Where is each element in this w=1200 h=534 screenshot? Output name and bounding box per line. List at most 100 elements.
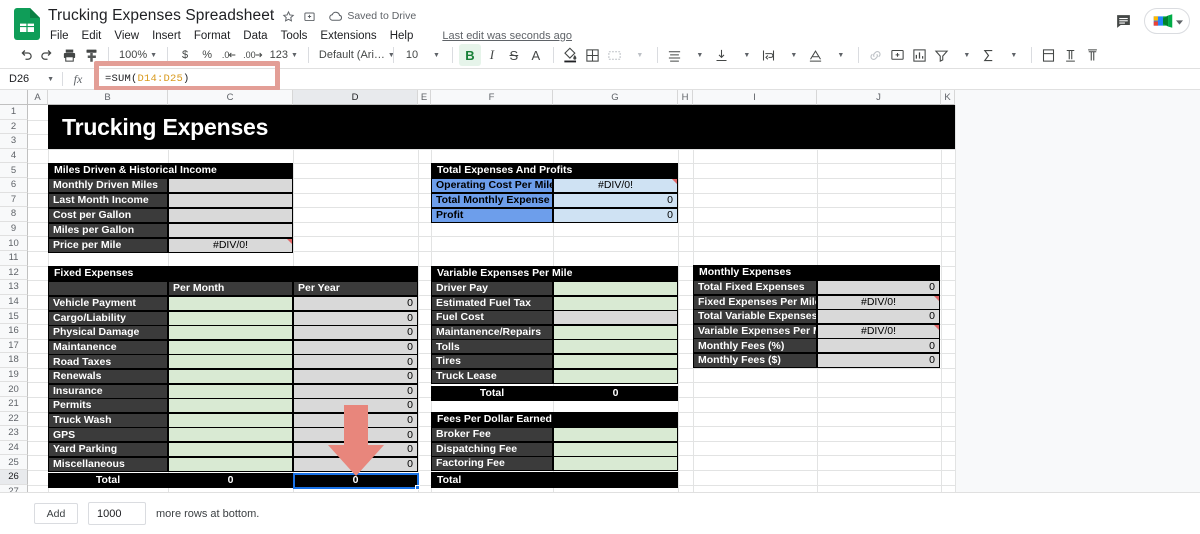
monthly-row-label[interactable]: Total Variable Expenses [693, 309, 817, 325]
menu-file[interactable]: File [50, 30, 69, 42]
column-header-d[interactable]: D [293, 90, 418, 105]
cell-value[interactable] [168, 193, 293, 208]
chevron-down-icon[interactable]: ▼ [783, 44, 805, 66]
zoom-control[interactable]: 100% ▼ [115, 44, 161, 66]
column-header-g[interactable]: G [553, 90, 678, 105]
row-header-17[interactable]: 17 [0, 338, 28, 354]
fees-row-value[interactable] [553, 456, 678, 472]
text-color-button[interactable]: A [525, 44, 547, 66]
star-icon[interactable] [282, 10, 295, 23]
chevron-down-icon[interactable]: ▼ [629, 44, 651, 66]
column-header-c[interactable]: C [168, 90, 293, 105]
menu-view[interactable]: View [114, 30, 139, 42]
column-header-i[interactable]: I [693, 90, 817, 105]
row-header-10[interactable]: 10 [0, 236, 28, 251]
row-header-12[interactable]: 12 [0, 265, 28, 281]
column-header-a[interactable]: A [28, 90, 48, 105]
insert-link-icon[interactable] [865, 44, 887, 66]
monthly-row-label[interactable]: Total Fixed Expenses [693, 280, 817, 295]
cell-label[interactable]: Operating Cost Per Mile [431, 178, 553, 193]
fixed-row-per-month[interactable] [168, 412, 293, 428]
variable-row-value[interactable] [553, 339, 678, 355]
variable-row-value[interactable] [553, 310, 678, 326]
row-header-27[interactable]: 27 [0, 484, 28, 492]
fill-color-icon[interactable] [560, 44, 582, 66]
monthly-row-value[interactable]: 0 [817, 353, 940, 368]
google-meet-button[interactable] [1144, 8, 1190, 34]
comment-history-icon[interactable] [1115, 13, 1132, 30]
cell-value[interactable]: 0 [553, 208, 678, 223]
fixed-row-per-year[interactable]: 0 [293, 412, 418, 428]
row-header-5[interactable]: 5 [0, 163, 28, 178]
fixed-row-per-year[interactable]: 0 [293, 339, 418, 355]
cell-value[interactable] [168, 178, 293, 193]
row-header-9[interactable]: 9 [0, 221, 28, 237]
fixed-row-per-year[interactable]: 0 [293, 296, 418, 311]
freeze-icon[interactable] [1038, 44, 1060, 66]
selection-fill-handle[interactable] [415, 485, 420, 490]
fees-row-value[interactable] [553, 441, 678, 457]
percent-format-button[interactable]: % [196, 44, 218, 66]
row-header-3[interactable]: 3 [0, 134, 28, 149]
column-header-k[interactable]: K [941, 90, 955, 105]
select-all-corner[interactable] [0, 90, 28, 105]
monthly-row-value[interactable]: 0 [817, 309, 940, 325]
bold-button[interactable]: B [458, 44, 481, 66]
monthly-row-label[interactable]: Monthly Fees ($) [693, 353, 817, 368]
paragraph-icon[interactable] [1060, 44, 1082, 66]
monthly-row-label[interactable]: Monthly Fees (%) [693, 338, 817, 354]
fixed-row-per-year[interactable]: 0 [293, 442, 418, 457]
menu-edit[interactable]: Edit [82, 30, 102, 42]
redo-icon[interactable] [36, 44, 58, 66]
monthly-row-value[interactable]: #DIV/0! [817, 323, 940, 339]
rows-count-input[interactable]: 1000 [88, 502, 146, 525]
chevron-down-icon[interactable]: ▼ [47, 76, 54, 83]
text-rotation-icon[interactable] [805, 44, 827, 66]
row-header-19[interactable]: 19 [0, 367, 28, 383]
borders-icon[interactable] [582, 44, 604, 66]
fixed-row-per-month[interactable] [168, 296, 293, 311]
fixed-row-per-year[interactable]: 0 [293, 325, 418, 341]
monthly-row-label[interactable]: Variable Expenses Per Mile [693, 323, 817, 339]
cell-value[interactable]: 0 [553, 193, 678, 208]
row-header-24[interactable]: 24 [0, 440, 28, 456]
menu-insert[interactable]: Insert [152, 30, 181, 42]
row-header-23[interactable]: 23 [0, 426, 28, 441]
variable-row-label[interactable]: Fuel Cost [431, 310, 553, 326]
chevron-down-icon[interactable]: ▼ [736, 44, 758, 66]
row-header-21[interactable]: 21 [0, 397, 28, 412]
fixed-row-per-year[interactable]: 0 [293, 369, 418, 384]
cells-area[interactable]: Trucking Expenses Miles Driven & Histori… [28, 105, 956, 492]
sheet-banner-title[interactable]: Trucking Expenses [48, 105, 955, 149]
fixed-row-per-year[interactable]: 0 [293, 456, 418, 472]
fixed-row-label[interactable]: Miscellaneous [48, 456, 168, 472]
decrease-decimal-button[interactable]: .0 [218, 44, 240, 66]
menu-help[interactable]: Help [390, 30, 414, 42]
cell-label[interactable]: Profit [431, 208, 553, 223]
column-header-e[interactable]: E [418, 90, 431, 105]
cell-label[interactable]: Price per Mile [48, 238, 168, 253]
increase-decimal-button[interactable]: .00 [240, 44, 266, 66]
last-edit-link[interactable]: Last edit was seconds ago [442, 30, 572, 42]
fixed-row-per-month[interactable] [168, 310, 293, 326]
row-header-4[interactable]: 4 [0, 148, 28, 164]
monthly-row-value[interactable]: 0 [817, 280, 940, 295]
chevron-down-icon[interactable]: ▼ [830, 44, 852, 66]
fixed-row-label[interactable]: Cargo/Liability [48, 310, 168, 326]
row-header-16[interactable]: 16 [0, 324, 28, 339]
text-wrap-icon[interactable] [758, 44, 780, 66]
variable-row-label[interactable]: Driver Pay [431, 281, 553, 296]
cell-label[interactable]: Last Month Income [48, 193, 168, 208]
fixed-row-per-year[interactable]: 0 [293, 427, 418, 443]
merge-cells-icon[interactable] [604, 44, 626, 66]
fees-row-value[interactable] [553, 427, 678, 442]
insert-comment-icon[interactable] [887, 44, 909, 66]
fixed-row-per-year[interactable]: 0 [293, 383, 418, 399]
google-sheets-icon[interactable] [14, 8, 40, 40]
italic-button[interactable]: I [481, 44, 503, 66]
fixed-total-per-year[interactable]: 0 [293, 473, 418, 488]
monthly-row-value[interactable]: 0 [817, 338, 940, 354]
chevron-down-icon[interactable]: ▼ [689, 44, 711, 66]
row-header-8[interactable]: 8 [0, 207, 28, 222]
cell-label[interactable]: Miles per Gallon [48, 223, 168, 238]
